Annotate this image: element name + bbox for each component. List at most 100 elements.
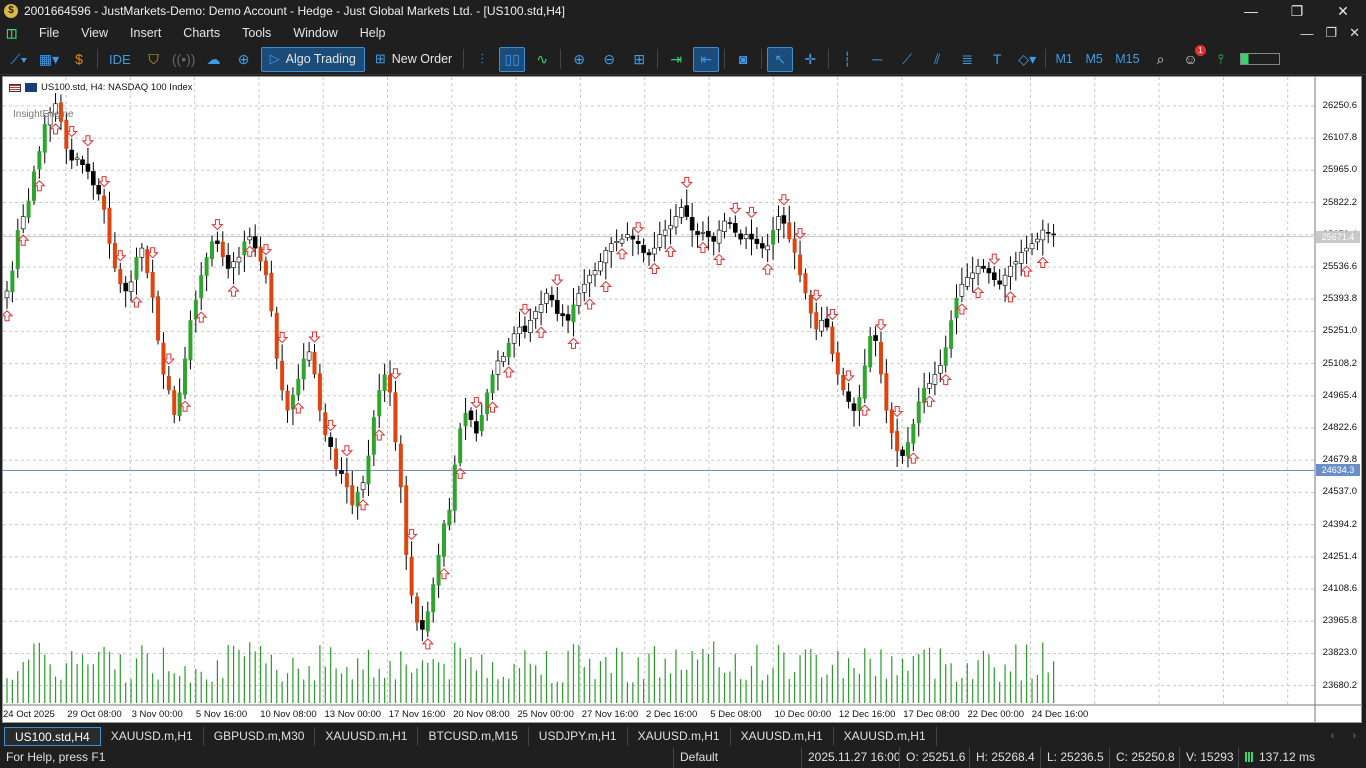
- shapes-icon[interactable]: ◇▾: [1014, 47, 1040, 72]
- channel-icon[interactable]: ⫽: [924, 47, 950, 72]
- time-tick-label: 12 Dec 16:00: [838, 709, 896, 720]
- candle-body: [80, 159, 85, 165]
- signal-strength-icon[interactable]: ⫯: [1208, 47, 1234, 72]
- tab-xauusd[interactable]: XAUUSD.m,H1: [315, 726, 419, 746]
- candle-body: [905, 442, 910, 457]
- zoom-in-icon[interactable]: ⊕: [566, 47, 592, 72]
- bar-chart-icon[interactable]: ⫶: [469, 47, 495, 72]
- candle-body: [452, 464, 457, 511]
- vps-icon[interactable]: ⊕: [231, 47, 257, 72]
- price-tick-label: 24965.4: [1322, 389, 1357, 401]
- menu-view[interactable]: View: [70, 22, 119, 44]
- candle-body: [468, 410, 474, 420]
- tile-windows-icon[interactable]: ⊞: [626, 47, 652, 72]
- scroll-right-icon[interactable]: ›: [1352, 730, 1356, 742]
- candle-body: [323, 412, 328, 436]
- candle-body: [695, 231, 700, 235]
- candle-body: [673, 216, 679, 228]
- tab-xauusd[interactable]: XAUUSD.m,H1: [101, 726, 204, 746]
- horizontal-line-icon[interactable]: ─: [864, 47, 890, 72]
- tab-gbpusd[interactable]: GBPUSD.m,M30: [204, 726, 316, 746]
- candle-body: [409, 556, 414, 596]
- tab-xauusd[interactable]: XAUUSD.m,H1: [834, 726, 937, 746]
- zoom-out-icon[interactable]: ⊖: [596, 47, 622, 72]
- tab-xauusd[interactable]: XAUUSD.m,H1: [731, 726, 834, 746]
- menu-charts[interactable]: Charts: [172, 22, 231, 44]
- chart-restore-button[interactable]: ❐: [1325, 25, 1337, 41]
- chart-minimize-button[interactable]: —: [1300, 26, 1313, 41]
- vertical-line-icon[interactable]: ┆: [834, 47, 860, 72]
- candle-body: [787, 222, 792, 240]
- chart-shift-icon[interactable]: ⇤: [693, 46, 720, 72]
- signal-bars-icon: [1245, 752, 1255, 762]
- notifications-icon[interactable]: ☺ 1: [1178, 44, 1206, 72]
- candle-body: [727, 222, 733, 224]
- timeframe-m5[interactable]: M5: [1081, 47, 1107, 72]
- timeframe-m15[interactable]: M15: [1111, 47, 1143, 72]
- cursor-icon[interactable]: ↖: [767, 46, 794, 72]
- timeframe-m1[interactable]: M1: [1051, 47, 1077, 72]
- price-tick-label: 23823.0: [1322, 647, 1357, 659]
- market-watch-icon[interactable]: $: [66, 47, 92, 72]
- tab-xauusd[interactable]: XAUUSD.m,H1: [628, 726, 731, 746]
- market-icon[interactable]: ⛉: [141, 47, 167, 72]
- maximize-button[interactable]: ❐: [1274, 0, 1320, 22]
- cloud-icon[interactable]: ☁: [201, 47, 227, 72]
- text-icon[interactable]: T: [984, 47, 1010, 72]
- candle-body: [1013, 261, 1019, 265]
- menu-insert[interactable]: Insert: [119, 22, 172, 44]
- chart-window[interactable]: US100.std, H4: NASDAQ 100 Index InsightE…: [2, 76, 1362, 723]
- buy-signal-arrow: [3, 310, 14, 322]
- candle-body: [102, 195, 107, 210]
- search-icon[interactable]: ⌕: [1148, 47, 1174, 72]
- chart-close-button[interactable]: ✕: [1349, 25, 1360, 41]
- line-chart-icon[interactable]: ∿: [529, 47, 555, 72]
- ide-button[interactable]: IDE: [103, 47, 137, 72]
- sell-signal-arrow: [551, 274, 564, 286]
- signals-icon[interactable]: ((•)): [171, 47, 197, 72]
- candle-body: [252, 236, 258, 249]
- fibonacci-icon[interactable]: ≣: [954, 47, 980, 72]
- candle-body: [835, 352, 840, 375]
- candle-body: [625, 234, 630, 238]
- buy-signal-arrow: [615, 248, 629, 260]
- menu-tools[interactable]: Tools: [231, 22, 282, 44]
- candle-body: [425, 611, 430, 632]
- buy-signal-arrow: [1004, 291, 1017, 303]
- autoscroll-icon[interactable]: ⇥: [663, 47, 689, 72]
- close-button[interactable]: ✕: [1320, 0, 1366, 22]
- candle-body: [652, 247, 657, 255]
- candle-body: [803, 273, 808, 294]
- candle-body: [808, 294, 813, 314]
- price-tick-label: 24537.0: [1322, 486, 1357, 498]
- templates-icon[interactable]: ▦▾: [36, 47, 62, 72]
- scroll-left-icon[interactable]: ‹: [1331, 730, 1335, 742]
- tab-usdjpy[interactable]: USDJPY.m,H1: [529, 726, 628, 746]
- candle-body: [1008, 265, 1013, 277]
- bar-open: O: 25251.6: [899, 747, 965, 768]
- candle-body: [134, 257, 139, 280]
- menu-file[interactable]: File: [28, 22, 70, 44]
- screenshot-icon[interactable]: ◙: [730, 47, 756, 72]
- menu-help[interactable]: Help: [349, 22, 397, 44]
- candle-body: [895, 430, 900, 452]
- algo-trading-button[interactable]: ▷ Algo Trading: [260, 46, 365, 72]
- sell-signal-arrow: [470, 397, 483, 409]
- price-tick-label: 23965.8: [1322, 615, 1357, 627]
- tab-us100[interactable]: US100.std,H4: [4, 726, 101, 746]
- price-tick-label: 24108.6: [1322, 583, 1357, 595]
- candle-body: [280, 360, 285, 391]
- tab-btcusd[interactable]: BTCUSD.m,M15: [418, 726, 529, 746]
- new-order-button[interactable]: ⊞ New Order: [369, 47, 458, 72]
- chart-type-icon[interactable]: ⟋▾: [6, 47, 32, 72]
- candle-body: [1035, 238, 1040, 243]
- crosshair-icon[interactable]: ✛: [797, 47, 823, 72]
- minimize-button[interactable]: —: [1228, 0, 1274, 22]
- trendline-icon[interactable]: ⟋: [894, 47, 920, 72]
- candle-body: [139, 247, 145, 258]
- candle-body: [317, 373, 322, 411]
- price-chart[interactable]: [3, 77, 1362, 723]
- candlestick-icon[interactable]: ▯▯: [499, 46, 526, 72]
- play-icon: ▷: [269, 51, 280, 66]
- menu-window[interactable]: Window: [282, 22, 348, 44]
